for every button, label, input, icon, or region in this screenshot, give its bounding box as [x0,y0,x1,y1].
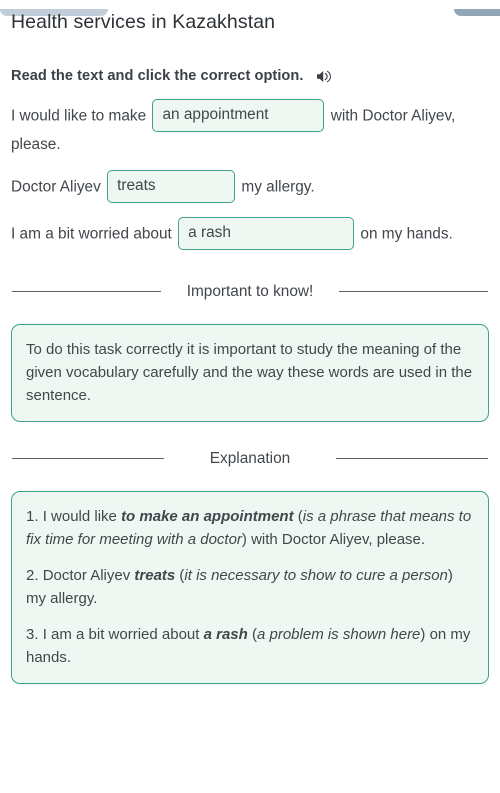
explanation-item-1-lead: I would like [42,508,122,525]
explanation-item-2-key: treats [134,567,176,584]
explanation-item-3-key: a rash [203,626,248,643]
explanation-item-3-lead: I am a bit worried about [42,626,204,643]
explanation-item-2-paren-close: ) [447,567,453,584]
sentence-2-before: Doctor Aliyev [11,178,101,196]
sentence-1-before: I would like to make [11,107,147,125]
explanation-item-3-paren-open: ( [247,626,257,643]
exercise-sentences: I would like to make an appointment with… [11,99,489,251]
page-content: Health services in Kazakhstan Read the t… [0,9,500,684]
gap-answer-1[interactable]: an appointment [152,99,325,132]
gap-answer-3[interactable]: a rash [178,217,355,250]
explanation-item-1-paren-close: ) [241,531,252,548]
divider-right [339,290,488,293]
instruction-text: Read the text and click the correct opti… [11,68,304,84]
explanation-item-3-num: 3. [26,626,43,643]
important-section-header: Important to know! [11,281,489,302]
explanation-item-2-lead: Doctor Aliyev [42,567,135,584]
sentence-3-before: I am a bit worried about [11,225,172,243]
divider-left [12,457,164,460]
divider-left [12,290,161,293]
explanation-heading: Explanation [209,450,291,467]
important-heading: Important to know! [186,283,314,300]
explanation-item-2-num: 2. [26,567,43,584]
sentence-3: I am a bit worried about a rash on my ha… [11,217,489,251]
explanation-item-3: 3. I am a bit worried about a rash (a pr… [26,623,474,669]
page-title: Health services in Kazakhstan [11,11,276,33]
sentence-2-after: my allergy. [241,178,315,196]
explanation-item-2: 2. Doctor Aliyev treats (it is necessary… [26,564,474,610]
explanation-item-1-tail: with Doctor Aliyev, please. [251,531,426,548]
speaker-icon[interactable] [316,69,333,84]
explanation-section-header: Explanation [11,448,489,469]
explanation-item-3-paren-close: ) [420,626,430,643]
important-body: To do this task correctly it is importan… [26,341,473,404]
explanation-item-1-paren-open: ( [293,508,303,525]
sentence-3-after: on my hands. [360,225,453,243]
explanation-item-2-tail: my allergy. [26,590,98,607]
important-callout: To do this task correctly it is importan… [11,324,489,422]
explanation-callout: 1. I would like to make an appointment (… [11,491,489,684]
gap-answer-2[interactable]: treats [107,170,236,203]
divider-right [336,457,488,460]
explanation-item-2-note: it is necessary to show to cure a person [184,567,448,584]
sentence-1: I would like to make an appointment with… [11,99,489,157]
explanation-item-1-num: 1. [26,508,43,525]
explanation-item-3-note: a problem is shown here [256,626,421,643]
explanation-item-1: 1. I would like to make an appointment (… [26,505,474,551]
instruction-row: Read the text and click the correct opti… [11,68,489,84]
sentence-2: Doctor Aliyev treats my allergy. [11,170,489,204]
explanation-item-1-key: to make an appointment [121,508,294,525]
